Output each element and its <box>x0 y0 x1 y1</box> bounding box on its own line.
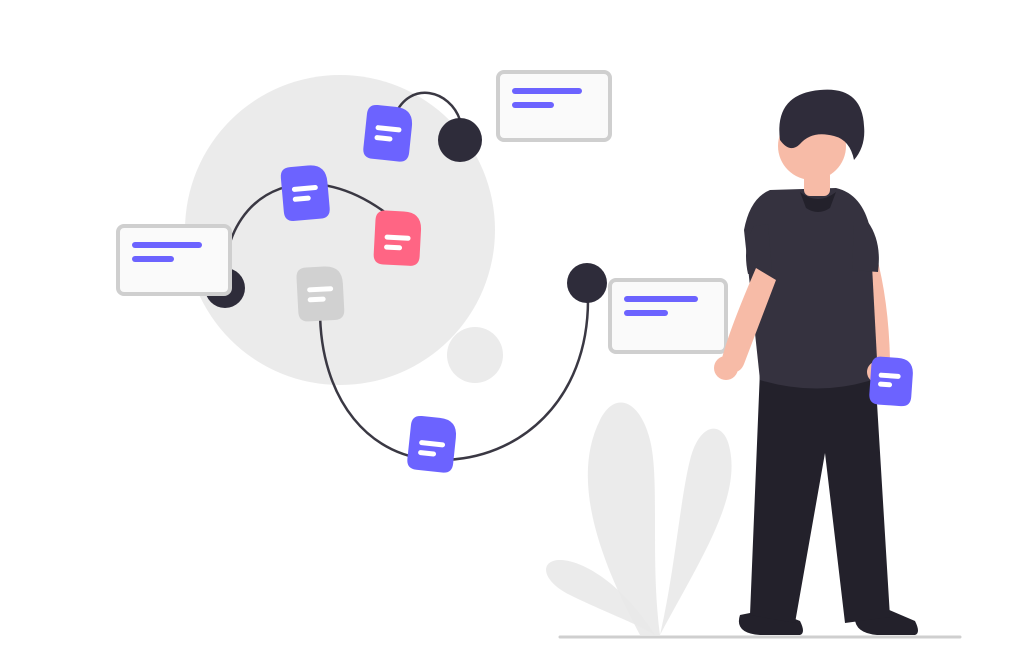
plant-decoration <box>546 403 731 635</box>
bg-circle-small <box>447 327 503 383</box>
illustration-canvas <box>0 0 1024 669</box>
doc-center-red <box>373 210 422 266</box>
node-top <box>438 118 482 162</box>
doc-upper-left <box>280 164 331 222</box>
doc-in-hand <box>869 356 914 407</box>
card-left <box>118 226 230 294</box>
doc-center-grey <box>296 266 345 322</box>
doc-top <box>362 104 413 163</box>
doc-bottom <box>406 415 457 474</box>
card-right <box>610 280 726 352</box>
node-right <box>567 263 607 303</box>
card-top <box>498 72 610 140</box>
